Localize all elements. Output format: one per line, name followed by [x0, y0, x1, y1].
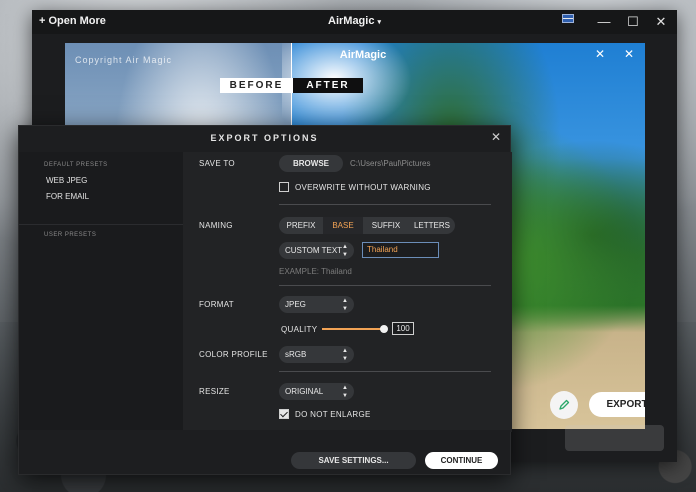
sidebar-divider: [19, 224, 183, 225]
before-label: BEFORE: [220, 78, 293, 93]
naming-mode-dropdown[interactable]: CUSTOM TEXT ▲ ▼: [279, 242, 354, 259]
divider: [279, 371, 491, 372]
resize-label: RESIZE: [199, 387, 230, 396]
do-not-enlarge-label: DO NOT ENLARGE: [295, 410, 371, 419]
color-profile-label: COLOR PROFILE: [199, 350, 268, 359]
after-label: AFTER: [293, 78, 363, 93]
options-panel: SAVE TO BROWSE C:\Users\Paul\Pictures OV…: [183, 152, 512, 432]
overwrite-label: OVERWRITE WITHOUT WARNING: [295, 183, 431, 192]
divider: [279, 204, 491, 205]
tab-prefix[interactable]: PREFIX: [279, 217, 323, 234]
quality-input[interactable]: 100: [392, 322, 414, 335]
color-profile-value: sRGB: [285, 350, 307, 359]
app-title[interactable]: AirMagic ▾: [32, 15, 677, 27]
close-icon[interactable]: ✕: [652, 13, 670, 31]
format-dropdown[interactable]: JPEG ▲ ▼: [279, 296, 354, 313]
app-title-text: AirMagic: [328, 15, 375, 27]
naming-label: NAMING: [199, 221, 233, 230]
background-overlay-box: [565, 425, 664, 451]
custom-text-input[interactable]: Thailand: [362, 242, 439, 258]
title-bar: + Open More AirMagic ▾ — ☐ ✕: [32, 10, 677, 34]
save-to-label: SAVE TO: [199, 159, 235, 168]
naming-mode-value: CUSTOM TEXT: [285, 246, 343, 255]
color-profile-dropdown[interactable]: sRGB ▲ ▼: [279, 346, 354, 363]
dialog-title: EXPORT OPTIONS: [210, 133, 319, 143]
do-not-enlarge-checkbox[interactable]: [279, 409, 289, 419]
open-more-button[interactable]: + Open More: [39, 15, 106, 27]
quality-slider-fill: [322, 328, 384, 330]
default-presets-section: DEFAULT PRESETS WEB JPEG FOR EMAIL: [19, 162, 183, 205]
updown-chevron-icon: ▲ ▼: [342, 348, 348, 362]
maximize-icon[interactable]: ☐: [624, 13, 642, 31]
quality-slider-thumb[interactable]: [380, 325, 388, 333]
overwrite-checkbox[interactable]: [279, 182, 289, 192]
naming-example: EXAMPLE: Thailand: [279, 267, 352, 276]
format-value: JPEG: [285, 300, 306, 309]
minimize-icon[interactable]: —: [595, 13, 613, 31]
naming-tabs: PREFIX BASE SUFFIX LETTERS: [279, 217, 455, 234]
edit-button[interactable]: [550, 391, 578, 419]
user-presets-section: USER PRESETS: [19, 232, 183, 238]
preview-title: AirMagic: [339, 49, 387, 61]
pencil-icon: [559, 399, 570, 410]
preview-close-icon[interactable]: ✕: [595, 47, 605, 61]
updown-chevron-icon: ▲ ▼: [342, 244, 348, 258]
quality-label: QUALITY: [281, 325, 318, 334]
quality-slider[interactable]: [322, 325, 388, 333]
tab-letters[interactable]: LETTERS: [409, 217, 455, 234]
preset-item-web-jpeg[interactable]: WEB JPEG: [19, 173, 183, 189]
user-presets-title: USER PRESETS: [44, 232, 97, 238]
resize-value: ORIGINAL: [285, 387, 324, 396]
export-options-dialog: EXPORT OPTIONS ✕ DEFAULT PRESETS WEB JPE…: [18, 125, 512, 475]
tab-suffix[interactable]: SUFFIX: [363, 217, 409, 234]
preview-close-icon-2[interactable]: ✕: [624, 47, 634, 61]
browse-button[interactable]: BROWSE: [279, 155, 343, 172]
format-label: FORMAT: [199, 300, 234, 309]
close-icon[interactable]: ✕: [491, 130, 501, 144]
presets-sidebar: DEFAULT PRESETS WEB JPEG FOR EMAIL USER …: [19, 152, 183, 432]
chevron-down-icon: ▾: [377, 19, 381, 26]
continue-button[interactable]: CONTINUE: [425, 452, 498, 469]
resize-dropdown[interactable]: ORIGINAL ▲ ▼: [279, 383, 354, 400]
divider: [279, 285, 491, 286]
flag-icon[interactable]: [562, 14, 574, 23]
tab-base[interactable]: BASE: [323, 217, 363, 234]
updown-chevron-icon: ▲ ▼: [342, 298, 348, 312]
save-path: C:\Users\Paul\Pictures: [350, 159, 431, 168]
updown-chevron-icon: ▲ ▼: [342, 385, 348, 399]
export-button[interactable]: EXPORT: [589, 392, 645, 417]
save-settings-button[interactable]: SAVE SETTINGS...: [291, 452, 416, 469]
preset-item-for-email[interactable]: FOR EMAIL: [19, 189, 183, 205]
watermark-text: Copyright Air Magic: [75, 55, 173, 65]
